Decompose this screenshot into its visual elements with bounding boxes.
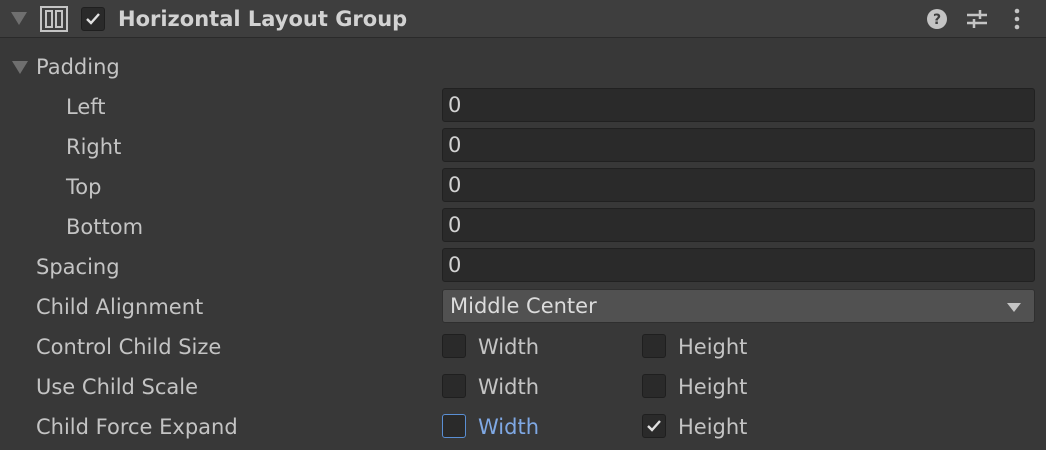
child-force-expand-label: Child Force Expand — [36, 415, 238, 439]
child-alignment-dropdown[interactable]: Middle Center — [442, 289, 1035, 323]
svg-text:?: ? — [933, 12, 941, 28]
child-alignment-label: Child Alignment — [36, 295, 204, 319]
child-alignment-value: Middle Center — [450, 294, 597, 318]
padding-label[interactable]: Padding — [36, 52, 120, 82]
padding-right-input[interactable]: 0 — [442, 128, 1035, 162]
control-child-size-height-checkbox[interactable] — [642, 334, 666, 358]
component-enabled-checkbox[interactable] — [81, 7, 105, 31]
use-child-scale-height-label: Height — [678, 375, 748, 399]
presets-icon[interactable] — [966, 8, 988, 34]
spacing-input[interactable]: 0 — [442, 248, 1035, 282]
child-force-expand-width-label: Width — [478, 415, 540, 439]
child-force-expand-height-checkbox[interactable] — [642, 414, 666, 438]
control-child-size-label: Control Child Size — [36, 335, 222, 359]
component-title: Horizontal Layout Group — [118, 7, 408, 31]
padding-top-input[interactable]: 0 — [442, 168, 1035, 202]
checkmark-icon — [647, 420, 661, 432]
more-options-icon[interactable] — [1010, 8, 1024, 34]
use-child-scale-label: Use Child Scale — [36, 375, 199, 399]
use-child-scale-height-checkbox[interactable] — [642, 374, 666, 398]
inspector-panel: Horizontal Layout Group ? Padding Left 0… — [0, 0, 1046, 450]
use-child-scale-width-label: Width — [478, 375, 540, 399]
horizontal-layout-icon — [40, 6, 68, 36]
spacing-label: Spacing — [36, 255, 120, 279]
padding-foldout-icon[interactable] — [12, 61, 28, 74]
control-child-size-width-checkbox[interactable] — [442, 334, 466, 358]
child-force-expand-width-checkbox[interactable] — [442, 414, 466, 438]
foldout-arrow-icon[interactable] — [11, 12, 27, 25]
use-child-scale-width-checkbox[interactable] — [442, 374, 466, 398]
help-icon[interactable]: ? — [926, 8, 948, 34]
padding-left-label: Left — [66, 95, 106, 119]
padding-bottom-label: Bottom — [66, 215, 144, 239]
padding-right-label: Right — [66, 135, 122, 159]
padding-top-label: Top — [66, 175, 102, 199]
chevron-down-icon — [1007, 303, 1021, 312]
control-child-size-height-label: Height — [678, 335, 748, 359]
padding-left-input[interactable]: 0 — [442, 88, 1035, 122]
padding-bottom-input[interactable]: 0 — [442, 208, 1035, 242]
control-child-size-width-label: Width — [478, 335, 540, 359]
child-force-expand-height-label: Height — [678, 415, 748, 439]
component-header[interactable]: Horizontal Layout Group ? — [0, 0, 1046, 38]
